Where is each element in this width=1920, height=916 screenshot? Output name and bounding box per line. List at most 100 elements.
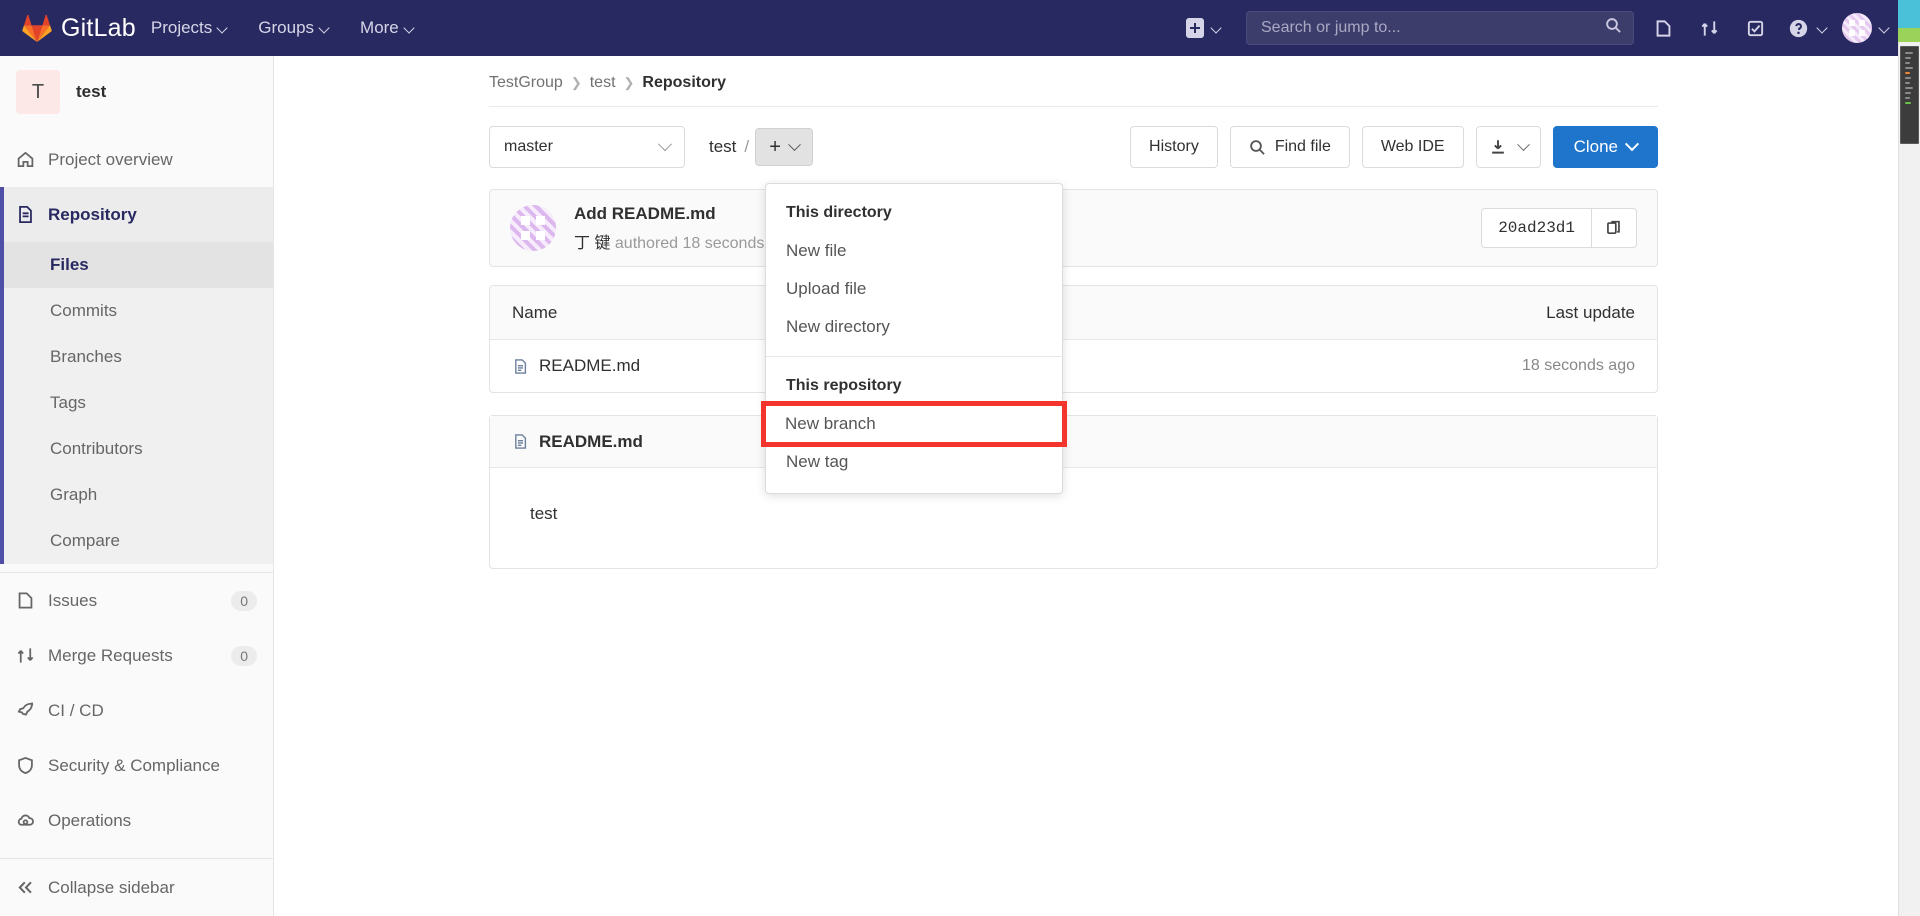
minimap-line xyxy=(1905,67,1914,69)
find-file-button[interactable]: Find file xyxy=(1229,126,1350,168)
nav-projects[interactable]: Projects xyxy=(136,0,243,56)
branch-selector-value: master xyxy=(504,138,553,155)
sidebar-item-label: Issues xyxy=(48,590,98,610)
sidebar-item-repository[interactable]: Repository xyxy=(0,187,273,242)
sidebar-item-security-compliance[interactable]: Security & Compliance xyxy=(0,738,273,793)
sidebar-subitem-compare[interactable]: Compare xyxy=(0,518,273,564)
sidebar-item-operations[interactable]: Operations xyxy=(0,793,273,848)
nav-todos-button[interactable] xyxy=(1732,0,1778,56)
sidebar-subitem-label: Compare xyxy=(50,531,120,550)
copy-sha-button[interactable] xyxy=(1591,208,1637,248)
toolbar-actions: History Find file Web IDE Clone xyxy=(1130,126,1658,168)
nav-merge-requests-button[interactable] xyxy=(1686,0,1732,56)
collapse-sidebar-label: Collapse sidebar xyxy=(48,877,175,897)
last-commit-row: Add README.md 丁 键 authored 18 seconds ag… xyxy=(490,190,1657,266)
readme-title[interactable]: README.md xyxy=(539,432,643,452)
file-list-table: Name Last update README.md 18 seconds ag… xyxy=(489,285,1658,393)
breadcrumb-separator-icon: ❯ xyxy=(570,75,582,90)
help-icon xyxy=(1778,0,1818,56)
sidebar-subitem-commits[interactable]: Commits xyxy=(0,288,273,334)
path-root[interactable]: test xyxy=(709,137,736,157)
nav-issues-button[interactable] xyxy=(1640,0,1686,56)
dropdown-item-new-tag[interactable]: New tag xyxy=(766,443,1062,481)
user-menu-button[interactable] xyxy=(1836,0,1898,56)
dropdown-item-new-directory[interactable]: New directory xyxy=(766,308,1062,346)
sidebar-item-label: Repository xyxy=(48,204,137,224)
chevron-down-icon xyxy=(788,137,801,151)
breadcrumb-divider xyxy=(489,106,1658,107)
gitlab-tanuki-icon xyxy=(22,14,52,42)
chevron-down-icon xyxy=(1818,23,1828,33)
file-last-update: 18 seconds ago xyxy=(1522,357,1635,374)
chevron-down-icon xyxy=(1880,23,1890,33)
history-button[interactable]: History xyxy=(1130,126,1218,168)
last-commit-card: Add README.md 丁 键 authored 18 seconds ag… xyxy=(489,189,1658,267)
sidebar-subitem-graph[interactable]: Graph xyxy=(0,472,273,518)
main-content: TestGroup ❯ test ❯ Repository master tes… xyxy=(275,56,1898,916)
search-icon xyxy=(1605,17,1622,39)
table-row[interactable]: README.md 18 seconds ago xyxy=(490,340,1657,392)
sidebar-project-header[interactable]: T test xyxy=(0,56,273,128)
sidebar-item-ci-cd[interactable]: CI / CD xyxy=(0,683,273,738)
issues-icon xyxy=(1656,19,1670,37)
collapse-sidebar-button[interactable]: Collapse sidebar xyxy=(0,858,273,916)
sidebar-subitem-label: Contributors xyxy=(50,439,143,458)
sidebar-subitem-label: Branches xyxy=(50,347,122,366)
page-scrollbar[interactable] xyxy=(1898,0,1920,916)
minimap-line xyxy=(1905,97,1910,99)
nav-groups[interactable]: Groups xyxy=(243,0,345,56)
chevron-down-icon xyxy=(320,23,330,33)
sidebar-subitem-label: Tags xyxy=(50,393,86,412)
download-button[interactable] xyxy=(1475,126,1541,168)
document-icon xyxy=(19,206,32,223)
sidebar-item-label: Operations xyxy=(48,810,132,830)
create-new-button[interactable] xyxy=(1176,0,1232,56)
commit-meta: 丁 键 authored 18 seconds ago xyxy=(574,229,796,253)
web-ide-button[interactable]: Web IDE xyxy=(1361,126,1464,168)
readme-body: test xyxy=(530,504,558,523)
commit-author-avatar xyxy=(510,205,556,251)
minimap-line xyxy=(1905,82,1910,84)
sidebar-subitem-branches[interactable]: Branches xyxy=(0,334,273,380)
sidebar-subitem-contributors[interactable]: Contributors xyxy=(0,426,273,472)
gitlab-logo[interactable]: GitLab xyxy=(22,14,136,43)
nav-more[interactable]: More xyxy=(345,0,430,56)
search-placeholder: Search or jump to... xyxy=(1261,19,1401,36)
rocket-icon xyxy=(17,702,34,716)
sidebar-item-label: CI / CD xyxy=(48,700,104,720)
sidebar-item-issues[interactable]: Issues 0 xyxy=(0,573,273,628)
nav-more-label: More xyxy=(360,18,399,37)
readme-card: README.md test xyxy=(489,415,1658,569)
shield-icon xyxy=(18,756,33,775)
search-input[interactable]: Search or jump to... xyxy=(1246,11,1634,45)
chevron-down-icon xyxy=(657,137,673,152)
project-avatar: T xyxy=(16,70,60,114)
dropdown-item-new-branch[interactable]: New branch xyxy=(761,401,1067,447)
dropdown-section-header-this-directory: This directory xyxy=(786,204,892,221)
navbar-left: GitLab Projects Groups More xyxy=(0,0,430,56)
chevron-down-icon xyxy=(405,23,415,33)
sidebar-nav-list: Project overview Repository Files Commit… xyxy=(0,128,273,848)
path-separator: / xyxy=(744,137,750,156)
overlay-tab-teal xyxy=(1898,0,1920,28)
file-icon xyxy=(515,434,527,449)
commit-sha-group: 20ad23d1 xyxy=(1481,208,1637,248)
gitlab-repository-page: GitLab Projects Groups More Search or ju… xyxy=(0,0,1920,916)
clone-button[interactable]: Clone xyxy=(1552,126,1658,168)
commit-title[interactable]: Add README.md xyxy=(574,204,796,224)
sidebar-item-project-overview[interactable]: Project overview xyxy=(0,132,273,187)
dropdown-item-upload-file[interactable]: Upload file xyxy=(766,270,1062,308)
nav-projects-label: Projects xyxy=(150,18,213,37)
breadcrumb-group[interactable]: TestGroup xyxy=(489,74,563,92)
merge-requests-icon xyxy=(1701,20,1717,36)
sidebar-subitem-tags[interactable]: Tags xyxy=(0,380,273,426)
add-to-tree-button[interactable]: + xyxy=(755,128,814,166)
sidebar-subitem-files[interactable]: Files xyxy=(0,242,273,288)
commit-author[interactable]: 丁 键 xyxy=(574,235,610,252)
breadcrumb-project[interactable]: test xyxy=(590,74,616,92)
sidebar-item-merge-requests[interactable]: Merge Requests 0 xyxy=(0,628,273,683)
commit-sha[interactable]: 20ad23d1 xyxy=(1481,208,1591,248)
nav-help-button[interactable] xyxy=(1778,0,1836,56)
dropdown-item-new-file[interactable]: New file xyxy=(766,232,1062,270)
branch-selector[interactable]: master xyxy=(489,126,685,168)
